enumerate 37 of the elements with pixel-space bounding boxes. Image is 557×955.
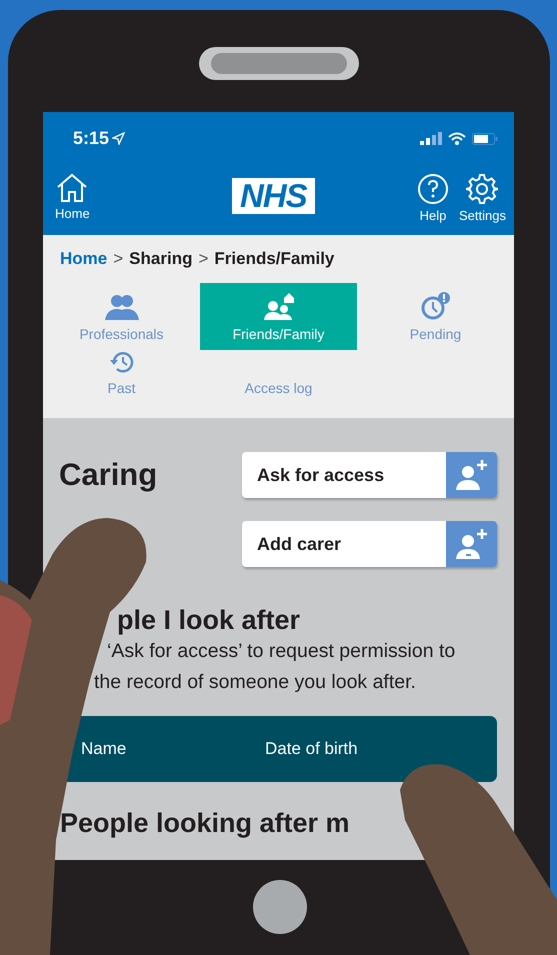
signal-icon bbox=[420, 132, 442, 145]
breadcrumb-separator: > bbox=[113, 249, 124, 269]
battery-icon bbox=[472, 132, 498, 144]
breadcrumb-separator: > bbox=[198, 249, 208, 269]
column-header: Date of birth bbox=[265, 739, 359, 759]
tab[interactable]: Past bbox=[43, 350, 200, 402]
nhs-logo: NHS bbox=[232, 178, 315, 214]
tab[interactable]: Access log bbox=[200, 350, 357, 402]
people-icon bbox=[104, 294, 138, 320]
home-icon bbox=[56, 173, 88, 203]
section-title: Caring bbox=[59, 457, 158, 494]
settings-button[interactable]: Settings bbox=[459, 173, 506, 223]
section-heading: ple I look after bbox=[116, 605, 302, 636]
add-person-icon bbox=[454, 459, 488, 491]
section-heading: People looking after m bbox=[59, 808, 351, 839]
location-icon bbox=[112, 132, 126, 145]
wifi-icon bbox=[448, 132, 466, 145]
breadcrumb-item: Friends/Family bbox=[214, 249, 334, 269]
breadcrumb-link[interactable]: Home bbox=[60, 249, 108, 269]
breadcrumb-item: Sharing bbox=[129, 249, 192, 269]
clock-alert-icon bbox=[420, 292, 450, 320]
column-header: Name bbox=[81, 739, 128, 759]
tab[interactable]: Professionals bbox=[43, 283, 200, 350]
ask-access-button[interactable]: Ask for access bbox=[242, 452, 497, 498]
description-text: ‘Ask for access’ to request permission to bbox=[106, 639, 456, 664]
description-text: the record of someone you look after. bbox=[93, 670, 417, 695]
add-carer-icon bbox=[454, 528, 488, 560]
home-button[interactable]: Home bbox=[55, 173, 90, 221]
settings-icon bbox=[466, 173, 498, 205]
help-icon bbox=[417, 173, 449, 205]
tab[interactable]: Friends/Family bbox=[200, 283, 357, 350]
add-carer-button[interactable]: Add carer bbox=[242, 521, 497, 567]
family-home-icon bbox=[264, 292, 294, 320]
tab[interactable]: Pending bbox=[357, 283, 514, 350]
status-time: 5:15 bbox=[73, 128, 110, 149]
history-icon bbox=[108, 350, 134, 374]
help-button[interactable]: Help bbox=[417, 173, 449, 223]
